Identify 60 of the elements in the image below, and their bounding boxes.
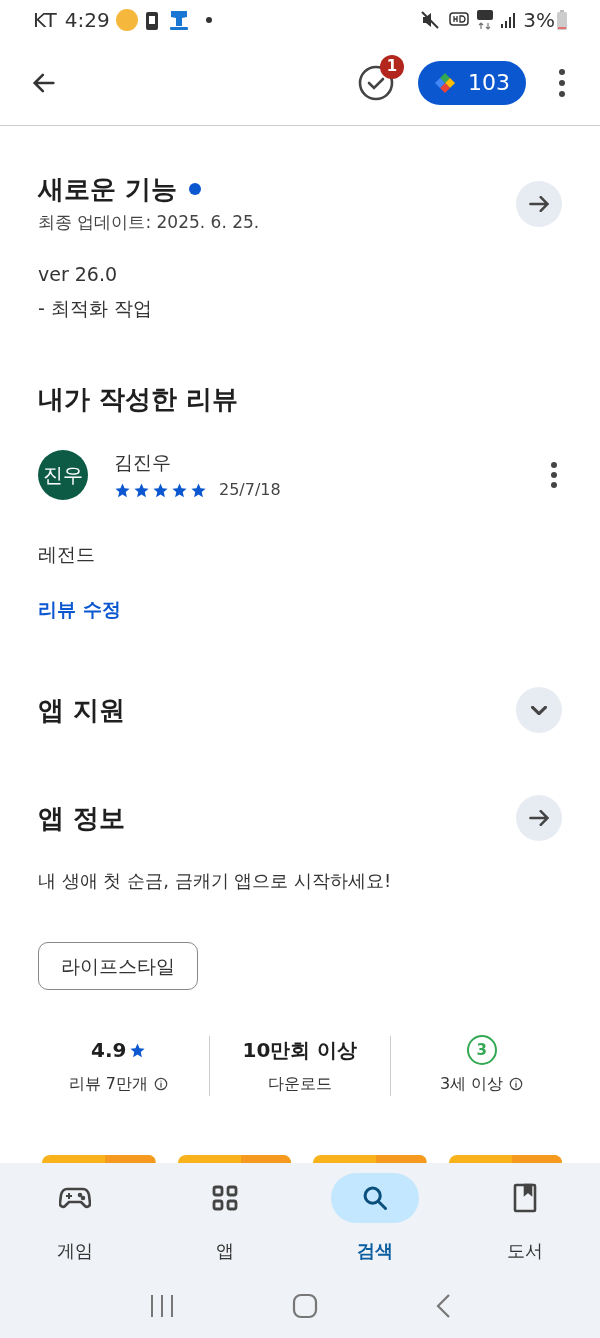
section-title: 앱 정보 — [38, 802, 126, 835]
star-icon — [133, 481, 150, 499]
arrow-right-icon — [529, 195, 549, 212]
diamond-logo-icon — [434, 71, 456, 94]
battery-alert-icon — [145, 10, 158, 30]
nav-tab[interactable]: 게임 — [0, 1173, 150, 1273]
star-icon — [152, 481, 169, 499]
points-button[interactable]: 103 — [418, 60, 526, 105]
clock-text: 4:29 — [64, 7, 110, 34]
expand-button[interactable] — [516, 687, 562, 733]
app-notification-icon — [167, 10, 190, 30]
notification-badge: 1 — [380, 54, 404, 79]
section-title: 앱 지원 — [38, 694, 126, 727]
release-note-line: - 최적화 작업 — [38, 295, 153, 320]
chevron-down-icon — [531, 705, 547, 715]
star-icon — [114, 481, 131, 499]
update-date-text: 최종 업데이트: 2025. 6. 25. — [38, 211, 261, 234]
age-rating-badge: 3 — [466, 1035, 497, 1065]
grid-icon — [212, 1185, 238, 1211]
arrow-button[interactable] — [516, 795, 562, 841]
star-icon — [190, 481, 207, 499]
review-text: 레전드 — [38, 542, 96, 567]
hd-voice-icon — [449, 12, 470, 28]
nav-tab[interactable]: 도서 — [450, 1173, 600, 1273]
home-icon[interactable] — [292, 1292, 318, 1319]
category-chip[interactable]: 라이프스타일 — [38, 942, 198, 990]
arrow-button[interactable] — [516, 180, 562, 227]
app-description: 내 생애 첫 순금, 금캐기 앱으로 시작하세요! — [38, 869, 393, 893]
info-icon — [509, 1077, 524, 1091]
network-5g-icon — [477, 10, 494, 30]
book-icon — [513, 1183, 537, 1213]
signal-icon — [501, 12, 518, 28]
star-icon — [171, 481, 188, 499]
stat-label: 리뷰 7만개 — [68, 1073, 148, 1095]
review-date: 25/7/18 — [219, 479, 281, 501]
carrier-text: KT — [33, 7, 57, 34]
nav-tab[interactable]: 앱 — [150, 1173, 300, 1273]
arrow-right-icon — [529, 810, 549, 826]
back-icon[interactable] — [435, 1292, 452, 1319]
section-title: 내가 작성한 리뷰 — [38, 382, 240, 416]
stat-label: 3세 이상 — [440, 1073, 504, 1095]
reviewer-name: 김진우 — [114, 449, 172, 475]
search-icon — [361, 1184, 389, 1212]
muted-speaker-icon — [421, 11, 440, 29]
app-notification-icon — [115, 9, 138, 31]
star-icon — [128, 1041, 146, 1059]
rating-value: 4.9 — [91, 1037, 127, 1064]
nav-tab[interactable]: 검색 — [300, 1173, 450, 1273]
info-icon — [153, 1077, 168, 1091]
gamepad-icon — [59, 1186, 91, 1210]
more-notifications-icon — [205, 17, 212, 23]
edit-review-link[interactable]: 리뷰 수정 — [38, 594, 121, 623]
section-title: 새로운 기능 — [38, 173, 178, 206]
battery-icon — [557, 10, 567, 30]
recent-apps-icon[interactable] — [148, 1293, 175, 1318]
download-count: 10만회 이상 — [242, 1037, 358, 1064]
avatar: 진우 — [38, 449, 88, 500]
stat-label: 다운로드 — [268, 1073, 332, 1095]
release-note-line: ver 26.0 — [38, 261, 119, 286]
battery-percent-text: 3% — [523, 7, 555, 34]
